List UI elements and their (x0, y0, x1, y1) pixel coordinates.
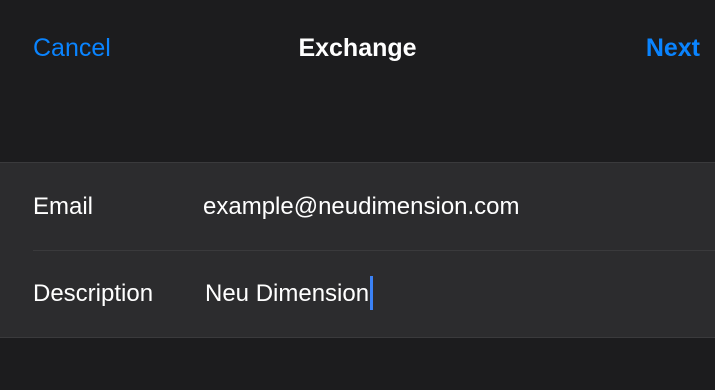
cancel-button[interactable]: Cancel (33, 34, 111, 63)
description-row: Description Neu Dimension (0, 250, 715, 337)
navigation-bar: Cancel Exchange Next (0, 0, 715, 100)
exchange-account-screen: Cancel Exchange Next Email example@neudi… (0, 0, 715, 390)
next-button[interactable]: Next (646, 34, 700, 63)
email-label: Email (33, 193, 94, 220)
description-label: Description (33, 280, 154, 307)
email-field[interactable]: example@neudimension.com (203, 163, 520, 250)
email-row: Email example@neudimension.com (0, 163, 715, 250)
text-cursor (370, 275, 374, 310)
account-form: Email example@neudimension.com Descripti… (0, 162, 715, 338)
description-value: Neu Dimension (205, 280, 370, 307)
description-field[interactable]: Neu Dimension (205, 250, 374, 337)
